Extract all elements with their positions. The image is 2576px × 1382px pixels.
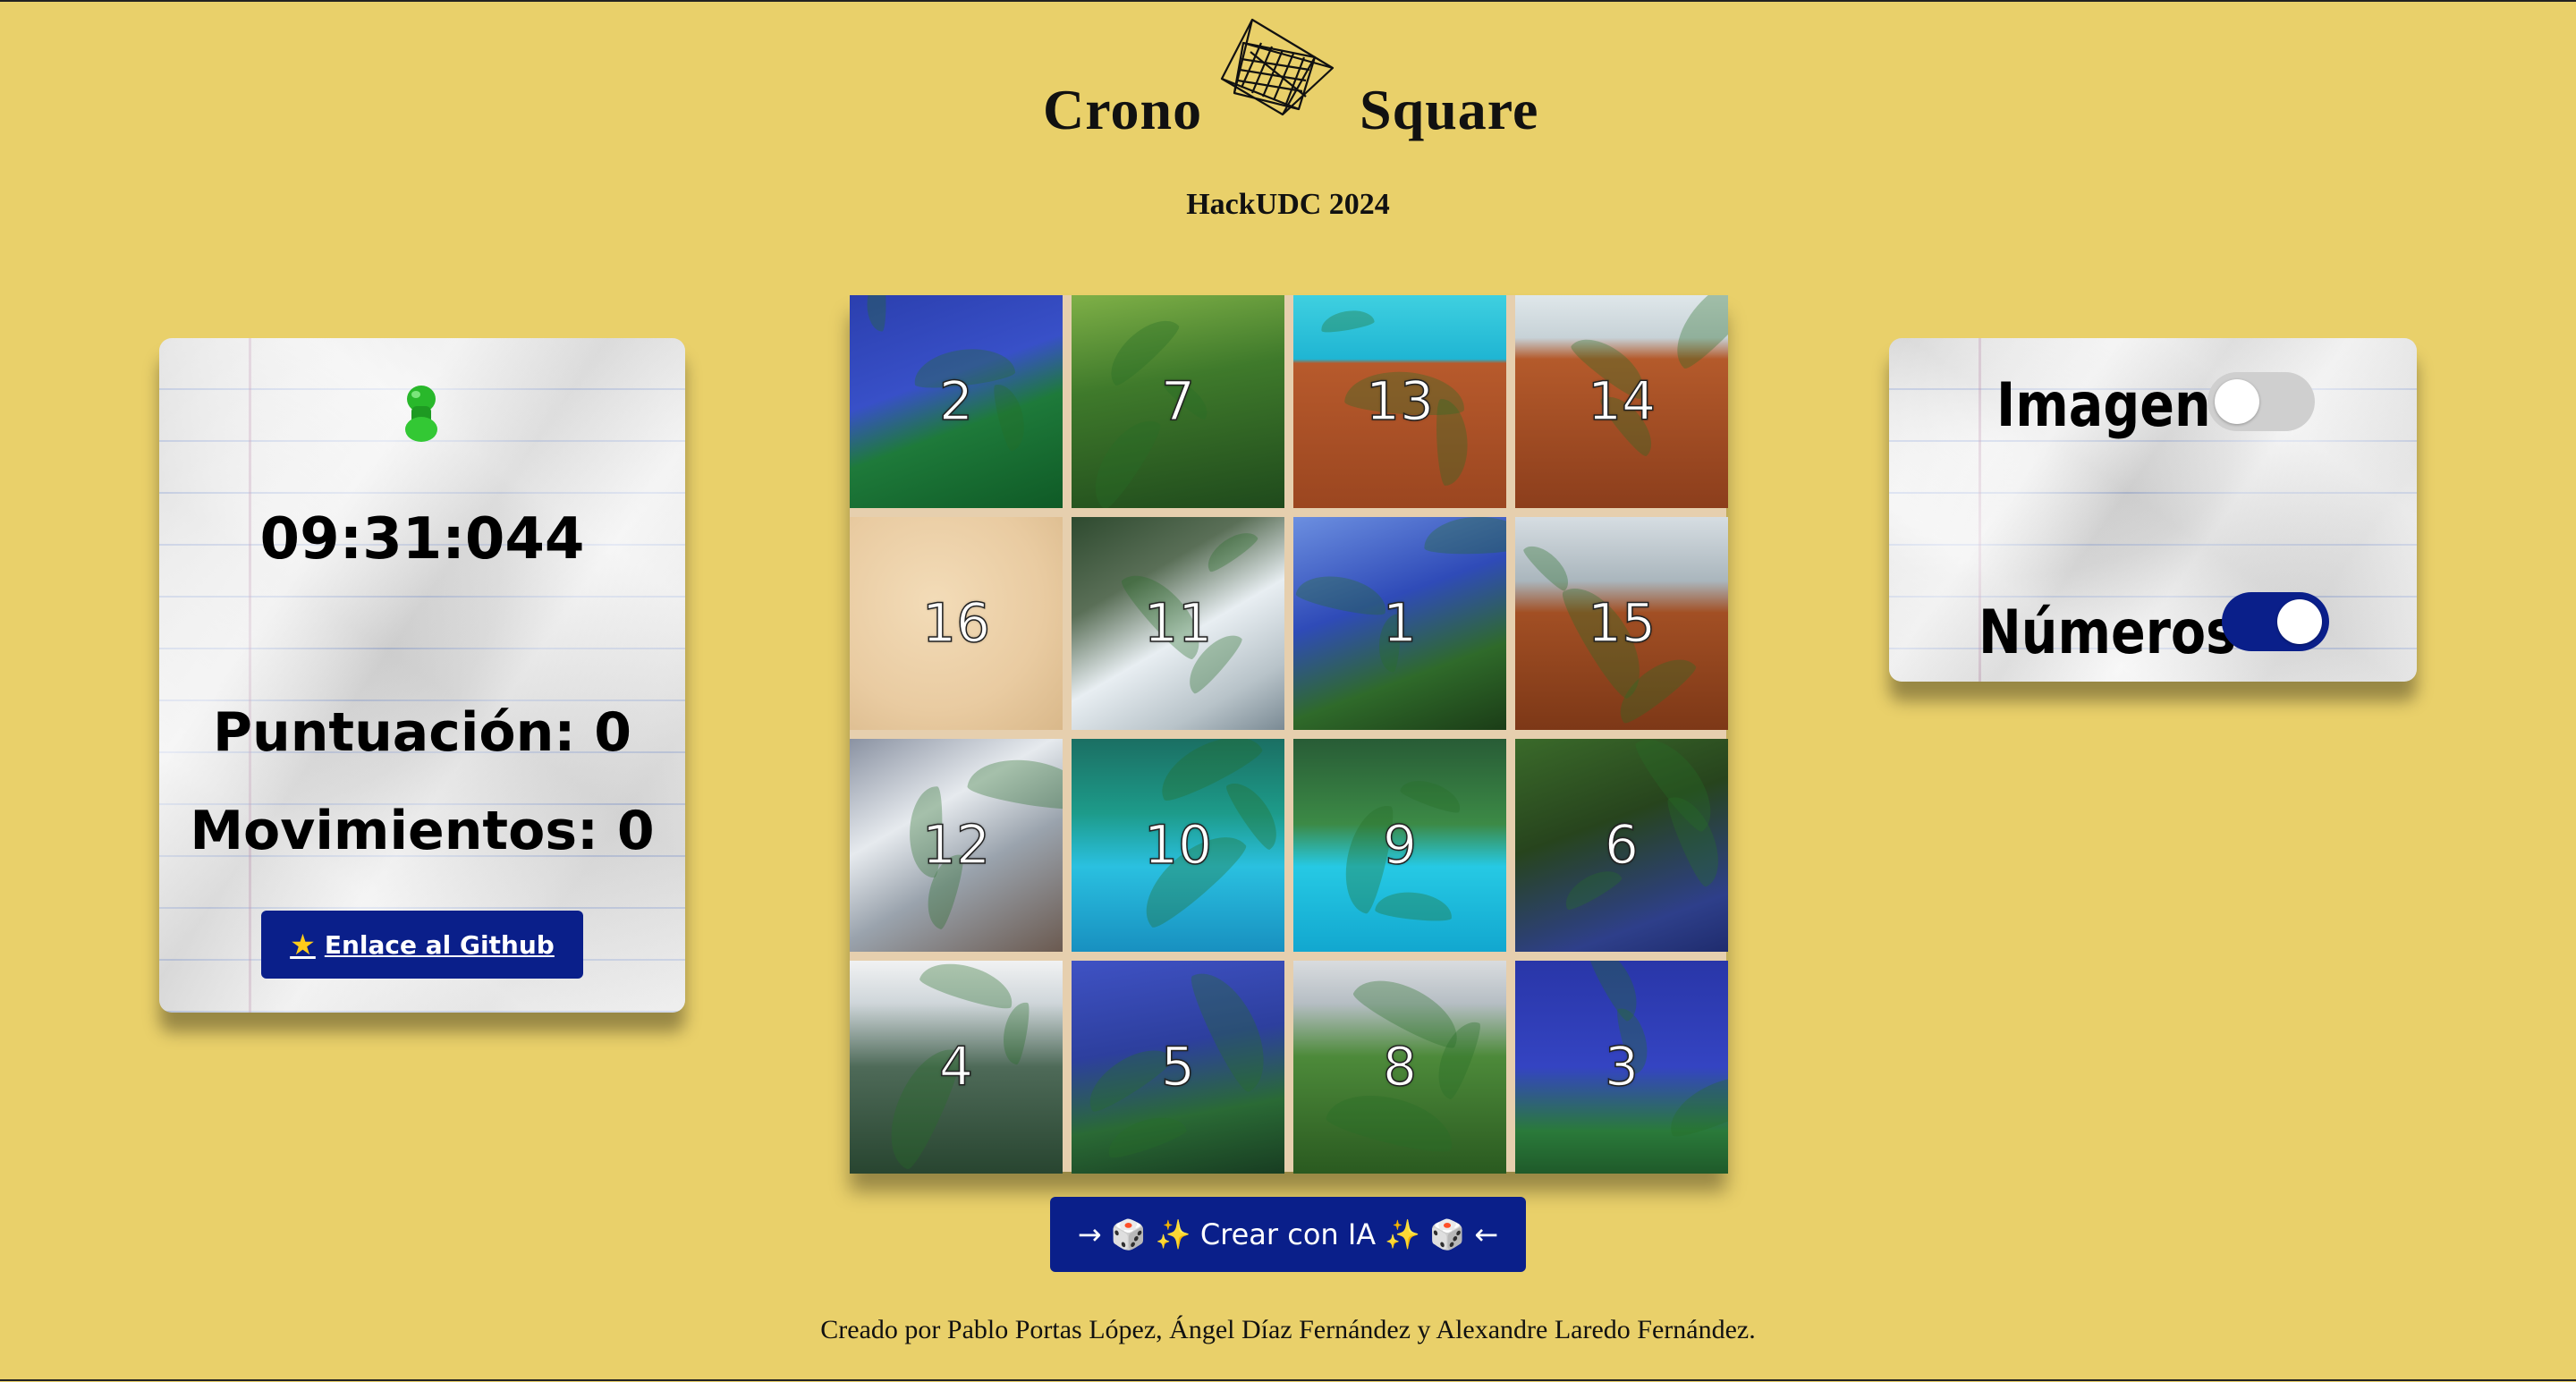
page-subtitle: HackUDC 2024 [1186,188,1390,221]
tile-number: 1 [1382,591,1418,656]
puzzle-board: 2 7 13 14 16 11 1 15 12 10 9 6 4 5 8 3 [850,295,1728,1174]
numbers-toggle-row: Números [1889,585,2417,668]
puzzle-tile[interactable]: 8 [1293,961,1506,1174]
tile-number: 7 [1160,369,1196,434]
title-crono: Crono [1043,78,1203,141]
tile-number: 5 [1160,1035,1196,1099]
tile-number: 3 [1604,1035,1640,1099]
image-toggle-switch[interactable] [2207,372,2315,431]
tile-number: 8 [1382,1035,1418,1099]
puzzle-tile[interactable]: 6 [1515,739,1728,952]
create-with-ai-button[interactable]: → 🎲 ✨ Crear con IA ✨ 🎲 ← [1050,1197,1526,1272]
puzzle-tile[interactable]: 14 [1515,295,1728,508]
footer-credits: Creado por Pablo Portas López, Ángel Día… [820,1315,1756,1344]
puzzle-tile[interactable]: 3 [1515,961,1728,1174]
tile-number: 2 [938,369,974,434]
puzzle-tile[interactable]: 4 [850,961,1063,1174]
tile-number: 16 [921,591,991,656]
puzzle-tile[interactable]: 13 [1293,295,1506,508]
tile-number: 15 [1587,591,1657,656]
image-toggle-label: Imagen [1996,370,2211,441]
toggle-knob [2215,379,2259,424]
header: Crono Square HackUDC 2024 [0,0,2576,233]
moves-display: Movimientos: 0 [190,800,655,862]
puzzle-tile[interactable]: 15 [1515,517,1728,730]
image-toggle-row: Imagen [1889,356,2417,441]
tile-number: 4 [938,1035,974,1099]
tile-number: 10 [1143,813,1213,878]
tile-number: 9 [1382,813,1418,878]
puzzle-tile[interactable]: 1 [1293,517,1506,730]
toggle-knob [2277,599,2322,644]
bottom-border [0,1379,2576,1381]
tile-number: 11 [1143,591,1213,656]
title-square: Square [1360,78,1539,141]
tile-number: 14 [1587,369,1657,434]
puzzle-tile[interactable]: 12 [850,739,1063,952]
puzzle-tile[interactable]: 11 [1072,517,1284,730]
puzzle-tile[interactable]: 7 [1072,295,1284,508]
puzzle-tile[interactable]: 5 [1072,961,1284,1174]
puzzle-tile[interactable]: 9 [1293,739,1506,952]
score-display: Puntuación: 0 [213,701,631,764]
tile-number: 13 [1365,369,1435,434]
puzzle-tile[interactable]: 16 [850,517,1063,730]
star-icon: ★ [290,928,316,962]
github-link-button[interactable]: ★ Enlace al Github [261,911,583,979]
github-link-label: Enlace al Github [324,929,555,960]
puzzle-tile[interactable]: 2 [850,295,1063,508]
tile-number: 12 [921,813,991,878]
stats-card: 09:31:044 Puntuación: 0 Movimientos: 0 ★… [159,338,685,1013]
timer-display: 09:31:044 [259,506,585,572]
tile-number: 6 [1604,813,1640,878]
settings-card: Imagen Números [1889,338,2417,682]
geometric-wireframe-logo-icon [1220,18,1335,116]
puzzle-tile[interactable]: 10 [1072,739,1284,952]
numbers-toggle-label: Números [1979,598,2237,668]
green-pushpin-icon [405,386,437,442]
numbers-toggle-switch[interactable] [2222,592,2329,651]
